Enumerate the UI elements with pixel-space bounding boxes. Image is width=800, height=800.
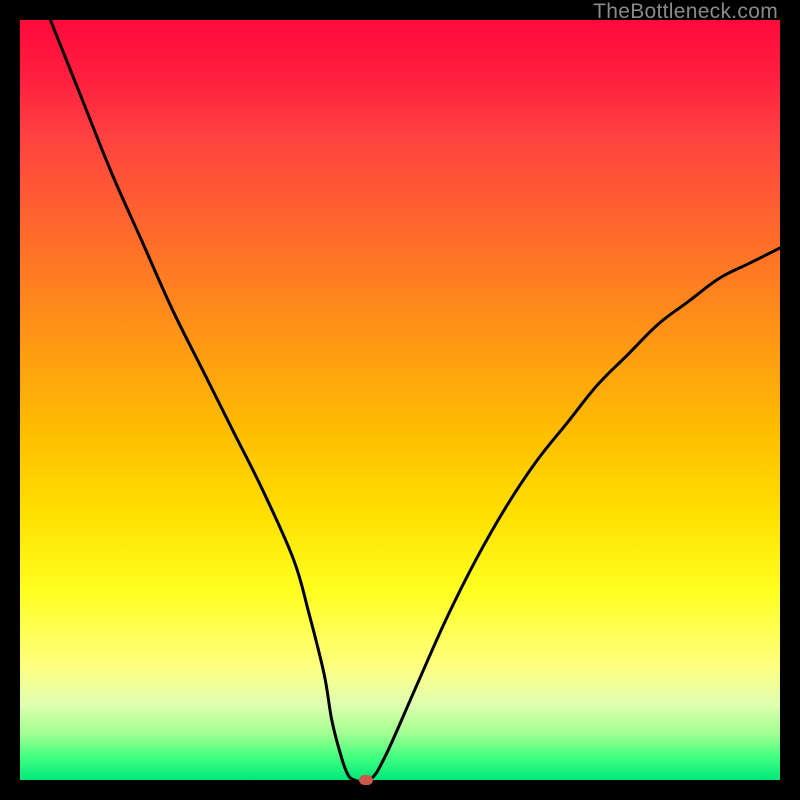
plot-gradient-area	[20, 20, 780, 780]
optimal-marker	[359, 775, 373, 785]
chart-container: TheBottleneck.com	[0, 0, 800, 800]
watermark-text: TheBottleneck.com	[593, 0, 778, 24]
